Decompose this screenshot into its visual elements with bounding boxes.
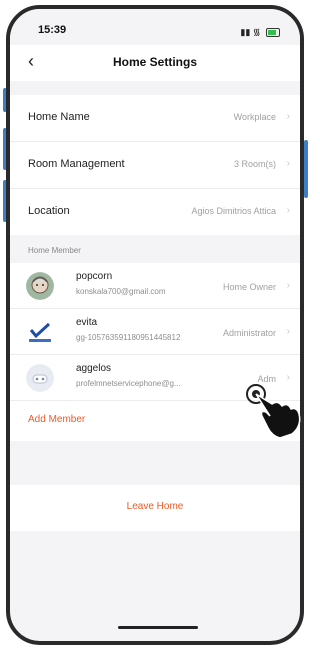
avatar: [26, 364, 54, 392]
chevron-right-icon: ›: [286, 280, 290, 291]
phone-power-button: [304, 140, 308, 198]
battery-icon: [266, 28, 280, 38]
page-title: Home Settings: [112, 55, 197, 69]
home-member-header: Home Member: [28, 246, 81, 255]
chevron-right-icon: ›: [286, 158, 290, 169]
status-bar: 15:39 ▮▮ ᯾: [10, 9, 300, 43]
home-name-row[interactable]: Home Name Workplace ›: [10, 95, 300, 142]
member-role: Home Owner: [222, 282, 276, 292]
member-row-evita[interactable]: evita gg-105763591180951445812 Administr…: [10, 309, 300, 355]
chevron-right-icon: ›: [286, 111, 290, 122]
member-row-popcorn[interactable]: popcorn konskala700@gmail.com Home Owner…: [10, 263, 300, 309]
member-name: popcorn: [76, 271, 113, 282]
wifi-icon: ᯾: [252, 27, 261, 37]
home-indicator: [118, 626, 198, 629]
phone-frame: 15:39 ▮▮ ᯾ ‹ Home Settings Home Name Wor…: [6, 5, 304, 645]
leave-home-label: Leave Home: [126, 501, 184, 512]
row-label: Home Name: [28, 111, 90, 123]
member-name: evita: [76, 317, 98, 328]
status-icons: ▮▮ ᯾: [240, 25, 280, 38]
signal-icon: ▮▮: [240, 27, 251, 37]
row-value: 3 Room(s): [233, 159, 276, 169]
nav-bar: ‹ Home Settings: [10, 45, 300, 81]
leave-home-button[interactable]: Leave Home: [10, 485, 300, 531]
row-label: Location: [28, 205, 70, 217]
row-label: Room Management: [28, 158, 125, 170]
add-member-label: Add Member: [28, 414, 86, 425]
chevron-right-icon: ›: [286, 205, 290, 216]
status-time: 15:39: [38, 24, 67, 36]
settings-group: Home Name Workplace › Room Management 3 …: [10, 95, 300, 235]
member-email: konskala700@gmail.com: [76, 287, 166, 296]
member-role: Administrator: [222, 328, 276, 338]
app-screen: 15:39 ▮▮ ᯾ ‹ Home Settings Home Name Wor…: [10, 9, 300, 641]
chevron-right-icon: ›: [286, 326, 290, 337]
tap-gesture-hand-icon: [246, 384, 301, 439]
avatar: [26, 272, 54, 300]
member-email: profelmnetservicephone@g...: [76, 379, 181, 388]
row-value: Agios Dimitrios Attica: [191, 206, 276, 216]
location-row[interactable]: Location Agios Dimitrios Attica ›: [10, 189, 300, 235]
member-name: aggelos: [76, 363, 112, 374]
member-id: gg-105763591180951445812: [76, 333, 181, 342]
avatar: [26, 318, 54, 346]
room-management-row[interactable]: Room Management 3 Room(s) ›: [10, 142, 300, 189]
row-value: Workplace: [233, 112, 276, 122]
